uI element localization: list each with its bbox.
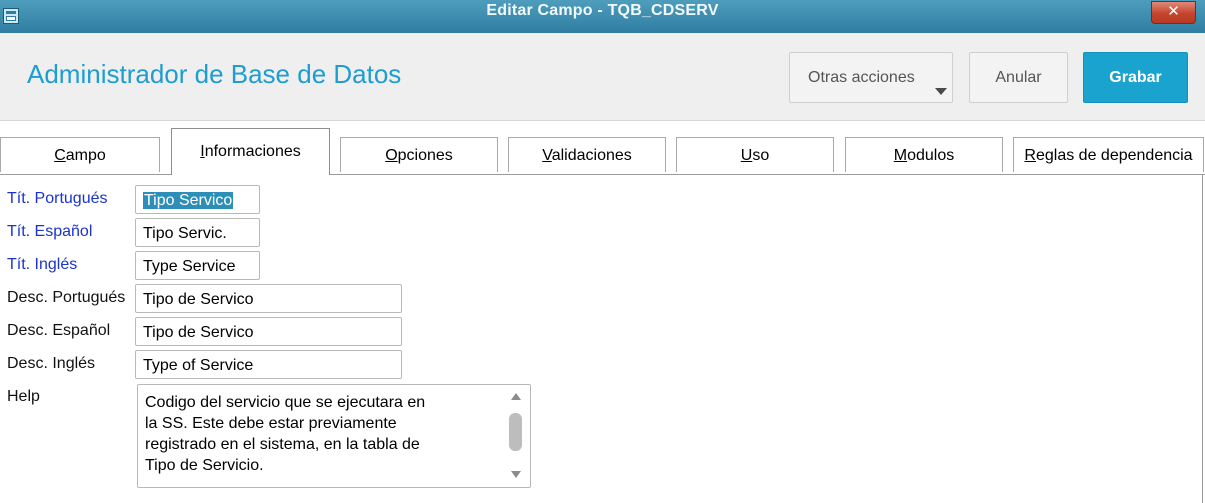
- scroll-down-arrow-icon[interactable]: [511, 471, 521, 478]
- tab-opciones[interactable]: Opciones: [340, 137, 498, 172]
- tab-validaciones[interactable]: Validaciones: [508, 137, 666, 172]
- tab-campo-label: ampo: [65, 147, 106, 164]
- tab-modulos-label: odulos: [907, 147, 955, 164]
- tit-ingles-value: Type Service: [143, 258, 236, 275]
- help-text: Codigo del servicio que se ejecutara en …: [145, 392, 445, 476]
- tab-campo[interactable]: Campo: [0, 137, 160, 172]
- close-button[interactable]: ✕: [1151, 1, 1196, 24]
- tit-portugues-value: Tipo Servico: [143, 192, 234, 209]
- tit-ingles-field[interactable]: Type Service: [135, 251, 260, 280]
- desc-ingles-value: Type of Service: [143, 357, 254, 374]
- close-icon: ✕: [1167, 3, 1180, 20]
- tit-espanol-value: Tipo Servic.: [143, 225, 227, 242]
- scroll-up-arrow-icon[interactable]: [511, 393, 521, 400]
- tab-uso-mnemonic: U: [740, 147, 753, 164]
- tab-campo-mnemonic: C: [54, 147, 66, 164]
- desc-espanol-value: Tipo de Servico: [143, 324, 254, 341]
- desc-portugues-field[interactable]: Tipo de Servico: [135, 284, 402, 313]
- tit-espanol-field[interactable]: Tipo Servic.: [135, 218, 260, 247]
- tit-portugues-label: Tít. Portugués: [7, 190, 108, 207]
- tab-modulos[interactable]: Modulos: [845, 137, 1003, 172]
- otras-acciones-button[interactable]: Otras acciones: [789, 52, 953, 103]
- help-textarea[interactable]: Codigo del servicio que se ejecutara en …: [137, 384, 531, 488]
- tab-informaciones[interactable]: Informaciones: [171, 128, 330, 175]
- window-title: Editar Campo - TQB_CDSERV: [486, 2, 719, 19]
- anular-button[interactable]: Anular: [969, 52, 1068, 103]
- tab-reglas-de-dependencia[interactable]: Reglas de dependencia: [1013, 137, 1204, 172]
- tab-content-right-border: [1202, 174, 1203, 503]
- tab-opciones-mnemonic: O: [385, 147, 398, 164]
- help-line: Codigo del servicio que se ejecutara en: [145, 394, 426, 411]
- tab-opciones-label: pciones: [397, 147, 453, 164]
- desc-portugues-label: Desc. Portugués: [7, 289, 126, 306]
- desc-espanol-label: Desc. Español: [7, 322, 111, 339]
- desc-portugues-value: Tipo de Servico: [143, 291, 254, 308]
- tit-portugues-field[interactable]: Tipo Servico: [135, 185, 260, 214]
- tit-espanol-label: Tít. Español: [7, 223, 93, 240]
- grabar-button[interactable]: Grabar: [1083, 52, 1188, 103]
- page-title: Administrador de Base de Datos: [27, 59, 402, 89]
- desc-espanol-field[interactable]: Tipo de Servico: [135, 317, 402, 346]
- desc-ingles-field[interactable]: Type of Service: [135, 350, 402, 379]
- otras-acciones-label: Otras acciones: [808, 69, 915, 86]
- header-bar: Administrador de Base de Datos Otras acc…: [0, 33, 1205, 121]
- help-line: registrado en el sistema, en la tabla de: [145, 436, 420, 453]
- tab-reglas-mnemonic: R: [1024, 147, 1036, 164]
- tab-reglas-label: eglas de dependencia: [1035, 147, 1193, 164]
- title-bar: Editar Campo - TQB_CDSERV ✕: [0, 0, 1205, 33]
- desc-ingles-label: Desc. Inglés: [7, 355, 96, 372]
- tab-uso-label: so: [752, 147, 770, 164]
- tab-validaciones-mnemonic: V: [542, 147, 552, 164]
- chevron-down-icon: [935, 88, 947, 95]
- tab-bar: Campo Informaciones Opciones Validacione…: [0, 121, 1205, 175]
- help-scrollbar[interactable]: [508, 391, 524, 481]
- tit-ingles-label: Tít. Inglés: [7, 256, 78, 273]
- help-label: Help: [7, 388, 40, 405]
- tab-modulos-mnemonic: M: [893, 147, 908, 164]
- help-line: Tipo de Servicio.: [145, 457, 264, 474]
- help-line: la SS. Este debe estar previamente: [145, 415, 397, 432]
- scroll-thumb[interactable]: [509, 413, 522, 451]
- tab-informaciones-label: nformaciones: [204, 143, 301, 160]
- tab-validaciones-label: alidaciones: [551, 147, 632, 164]
- tab-uso[interactable]: Uso: [676, 137, 834, 172]
